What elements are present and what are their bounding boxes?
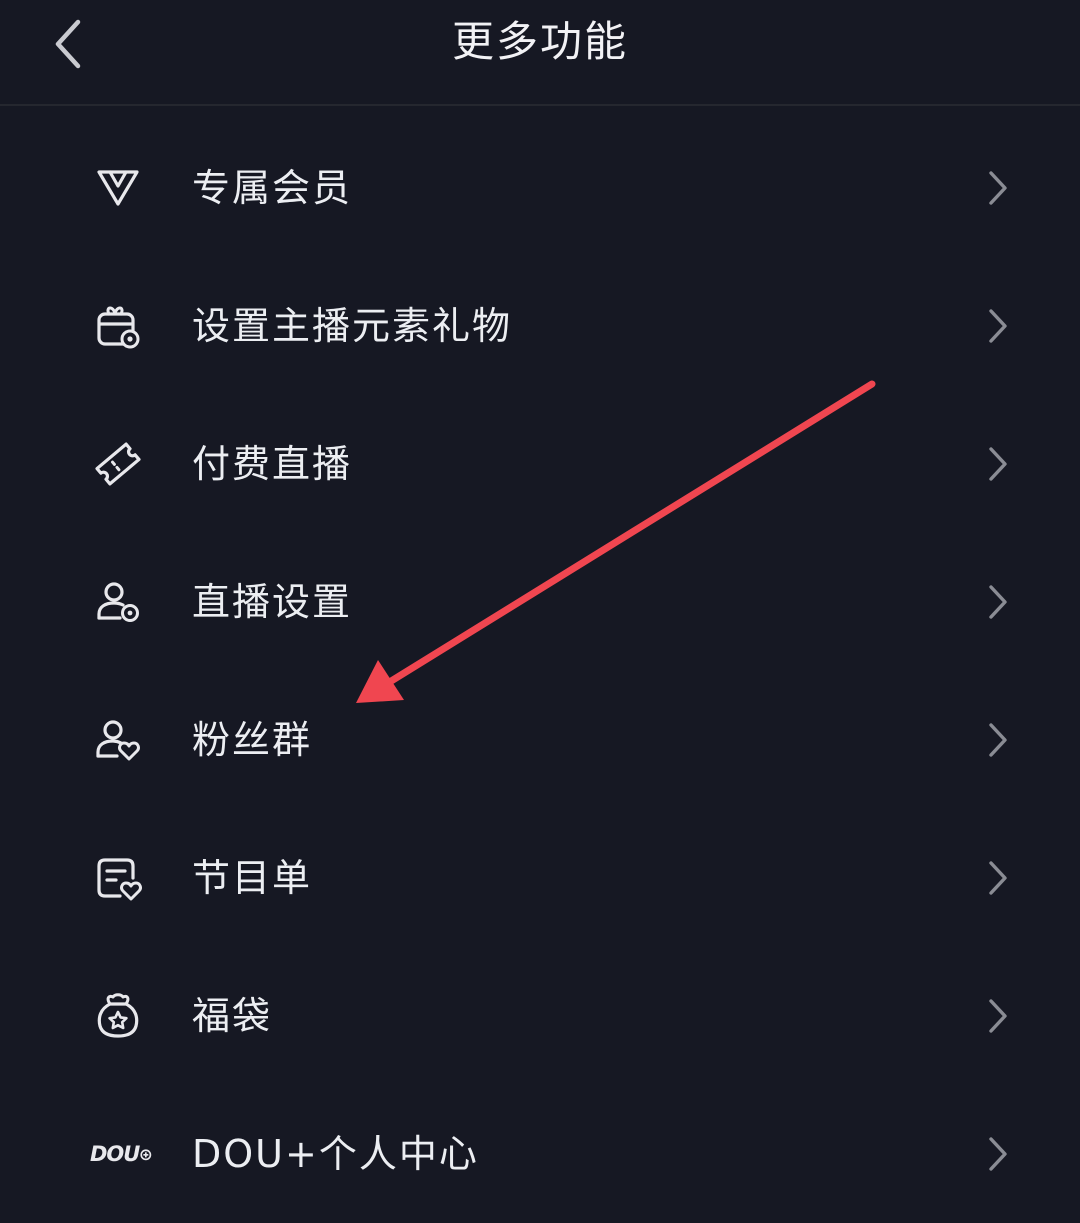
page-title: 更多功能: [451, 17, 628, 66]
menu-item-exclusive-member[interactable]: 专属会员: [0, 119, 1080, 257]
ticket-icon: [92, 440, 144, 488]
menu-item-program-list[interactable]: 节目单: [0, 809, 1080, 947]
gift-settings-icon: [92, 302, 144, 350]
v-badge-icon: [92, 164, 144, 212]
chevron-right-icon: [982, 996, 1014, 1036]
menu-item-dou-plus-center[interactable]: DOU DOU+个人中心: [0, 1085, 1080, 1223]
menu-item-label: 福袋: [192, 994, 273, 1038]
menu-item-lucky-bag[interactable]: 福袋: [0, 947, 1080, 1085]
chevron-right-icon: [982, 858, 1014, 898]
user-heart-icon: [92, 716, 144, 764]
lucky-bag-icon: [92, 992, 144, 1040]
menu-item-paid-live[interactable]: 付费直播: [0, 395, 1080, 533]
menu-item-label: 付费直播: [192, 442, 353, 486]
chevron-right-icon: [982, 1134, 1014, 1174]
user-settings-icon: [92, 578, 144, 626]
menu-item-label: 直播设置: [192, 580, 353, 624]
top-bar: 更多功能: [0, 0, 1080, 106]
menu-item-anchor-gift-settings[interactable]: 设置主播元素礼物: [0, 257, 1080, 395]
program-list-icon: [92, 854, 144, 902]
dou-plus-icon: DOU: [90, 1130, 152, 1178]
menu-item-label: 节目单: [192, 856, 313, 900]
chevron-right-icon: [982, 168, 1014, 208]
chevron-right-icon: [982, 720, 1014, 760]
chevron-right-icon: [982, 582, 1014, 622]
menu-item-label: 粉丝群: [192, 718, 313, 762]
menu-item-label: 专属会员: [192, 166, 353, 210]
chevron-right-icon: [982, 444, 1014, 484]
chevron-right-icon: [982, 306, 1014, 346]
menu-item-label: 设置主播元素礼物: [192, 304, 513, 348]
menu-item-label: DOU+个人中心: [192, 1132, 479, 1176]
feature-menu: 专属会员 设置主播元素礼物 付费直播 直播设置 粉丝群 节目单 福袋 DOU D…: [0, 119, 1080, 1223]
menu-item-fan-group[interactable]: 粉丝群: [0, 671, 1080, 809]
menu-item-live-settings[interactable]: 直播设置: [0, 533, 1080, 671]
dou-icon-text: DOU: [90, 1142, 140, 1166]
